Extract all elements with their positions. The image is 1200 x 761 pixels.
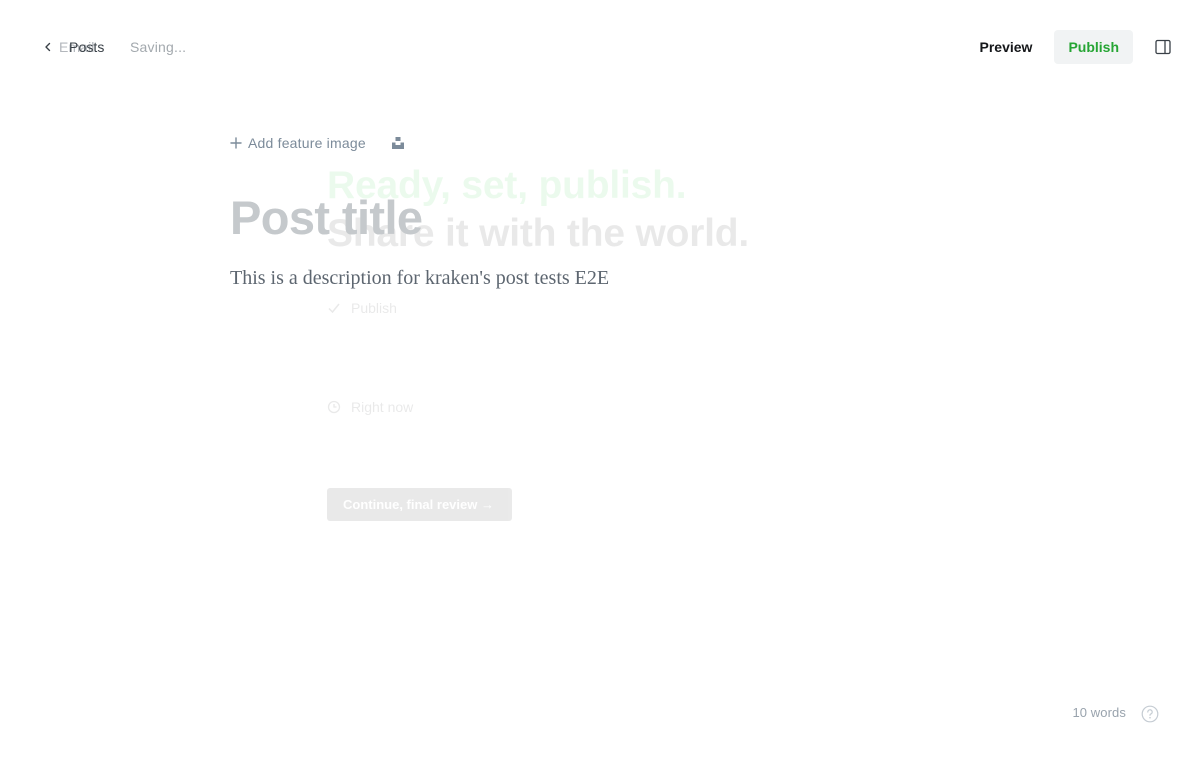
back-link-label-wrap: Email Posts: [58, 37, 104, 57]
publish-option-timing[interactable]: Right now: [327, 397, 413, 417]
word-count: 10 words: [1072, 705, 1126, 720]
checkmark-icon: [327, 301, 351, 315]
post-title-input[interactable]: Post title: [230, 190, 423, 246]
publish-option-type-label: Publish: [351, 300, 397, 316]
preview-button[interactable]: Preview: [970, 30, 1043, 64]
back-link-label: Posts: [69, 39, 105, 55]
save-status: Saving...: [130, 39, 187, 55]
publish-button[interactable]: Publish: [1054, 30, 1133, 64]
unsplash-button[interactable]: [391, 136, 405, 150]
chevron-left-icon: [42, 41, 54, 53]
feature-image-row: Add feature image: [230, 133, 405, 153]
back-to-posts-link[interactable]: Email Posts: [42, 37, 104, 57]
help-button[interactable]: [1141, 705, 1159, 723]
unsplash-icon: [391, 136, 405, 150]
plus-icon: [230, 137, 248, 149]
clock-icon: [327, 400, 351, 414]
sidebar-toggle-button[interactable]: [1154, 38, 1172, 56]
help-circle-icon: [1141, 705, 1159, 723]
sidebar-toggle-icon: [1155, 39, 1171, 55]
add-feature-image-button[interactable]: Add feature image: [230, 135, 366, 151]
publish-option-timing-label: Right now: [351, 399, 414, 415]
header-left: Email Posts: [42, 37, 104, 57]
publish-button-label: Publish: [1068, 39, 1119, 55]
publish-option-type[interactable]: Publish: [327, 298, 397, 318]
add-feature-image-label: Add feature image: [248, 135, 366, 151]
header-actions: Preview Publish: [970, 30, 1200, 64]
post-excerpt-text[interactable]: This is a description for kraken's post …: [230, 264, 609, 292]
continue-final-review-button[interactable]: Continue, final review →: [327, 488, 512, 521]
